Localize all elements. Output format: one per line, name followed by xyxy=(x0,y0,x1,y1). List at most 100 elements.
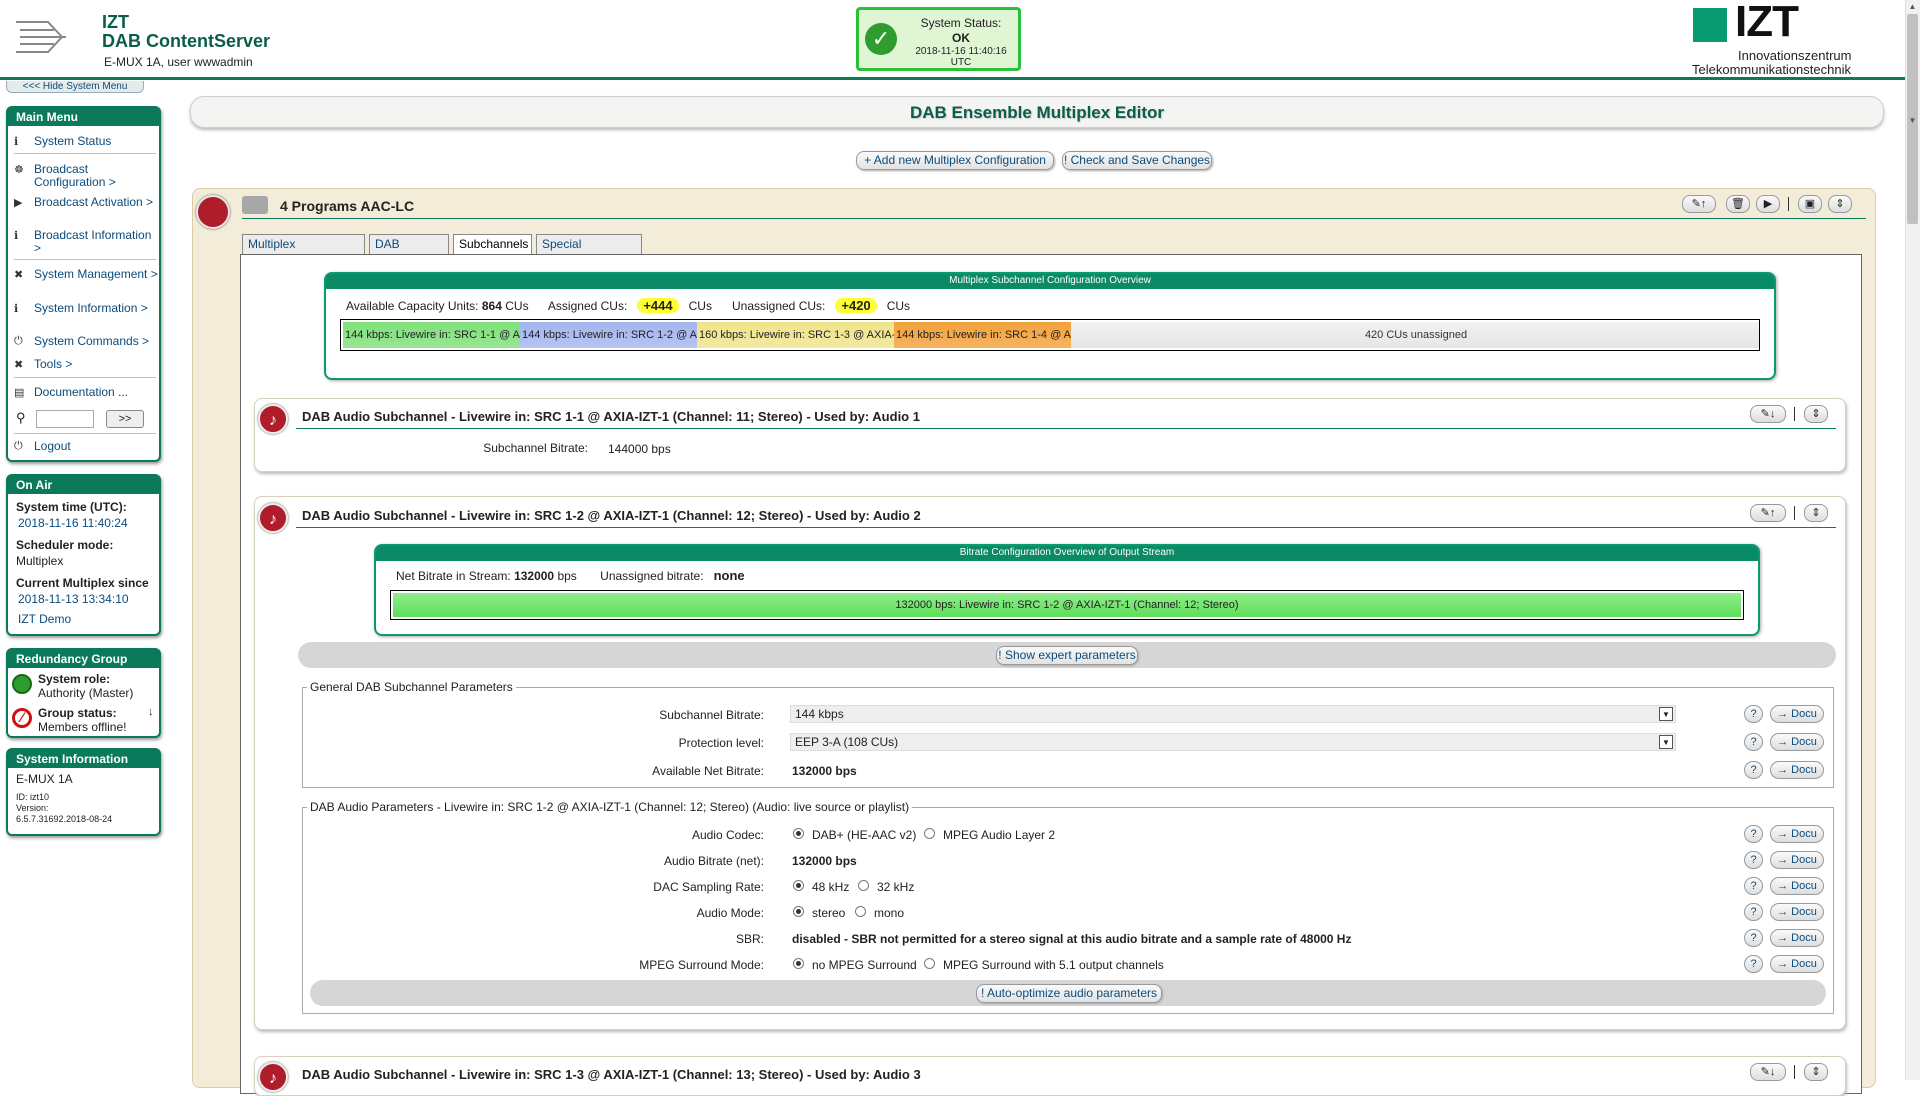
menu-item-broadcast-configuration[interactable]: ☸ Broadcast Configuration > xyxy=(14,163,156,191)
delete-icon[interactable]: 🗑 xyxy=(1726,195,1750,213)
cu-segment[interactable]: 144 kbps: Livewire in: SRC 1-2 @ AXIA-IZ… xyxy=(520,322,697,348)
menu-item-tools[interactable]: ✖ Tools > xyxy=(14,358,156,372)
collapse-expand-icon[interactable]: ⇕ xyxy=(1828,195,1852,213)
system-status-box[interactable]: ✓ System Status: OK 2018-11-16 11:40:16 … xyxy=(856,7,1021,71)
docu-button[interactable]: → Docu xyxy=(1770,903,1824,921)
hide-system-menu-link[interactable]: <<< Hide System Menu xyxy=(6,81,144,93)
edit-up-button[interactable]: ✎↑ xyxy=(1750,504,1786,522)
cu-segment[interactable]: 160 kbps: Livewire in: SRC 1-3 @ AXIA-IZ… xyxy=(697,322,894,348)
surround-none-radio[interactable] xyxy=(793,958,804,969)
divider xyxy=(14,377,156,378)
tab-multiplex-parameters[interactable]: Multiplex Parameters xyxy=(242,234,365,270)
help-button[interactable]: ? xyxy=(1744,733,1763,751)
bitrate-summary: Net Bitrate in Stream: 132000 bps Unassi… xyxy=(396,568,745,583)
menu-item-documentation[interactable]: ▤ Documentation ... xyxy=(14,386,156,400)
help-button[interactable]: ? xyxy=(1744,851,1763,869)
cu-segment[interactable]: 144 kbps: Livewire in: SRC 1-1 @ AXIA-IZ… xyxy=(343,322,520,348)
docu-button[interactable]: → Docu xyxy=(1770,761,1824,779)
stream-segment[interactable]: 132000 bps: Livewire in: SRC 1-2 @ AXIA-… xyxy=(393,593,1741,617)
sbr-label: SBR: xyxy=(735,932,764,946)
collapse-expand-icon[interactable]: ⇕ xyxy=(1804,405,1828,423)
menu-item-system-management[interactable]: ✖ System Management > xyxy=(14,268,158,296)
menu-item-system-information[interactable]: ℹ System Information > xyxy=(14,302,156,330)
check-and-save-button[interactable]: ! Check and Save Changes xyxy=(1062,151,1212,170)
chevron-down-icon: ▼ xyxy=(1659,735,1673,749)
scroll-up-arrow-icon[interactable]: ▲ xyxy=(1907,2,1918,12)
help-button[interactable]: ? xyxy=(1744,903,1763,921)
menu-item-system-commands[interactable]: ⏻ System Commands > xyxy=(14,335,156,349)
book-icon: ▤ xyxy=(14,387,25,399)
config-color-swatch xyxy=(242,196,268,214)
save-icon[interactable]: ▣ xyxy=(1798,195,1822,213)
search-go-button[interactable]: >> xyxy=(106,410,144,428)
audio-note-icon: ♪ xyxy=(258,404,288,434)
auto-optimize-button[interactable]: ! Auto-optimize audio parameters xyxy=(976,984,1162,1003)
add-multiplex-configuration-button[interactable]: + Add new Multiplex Configuration xyxy=(856,151,1054,170)
sampling-32k-radio[interactable] xyxy=(858,880,869,891)
help-button[interactable]: ? xyxy=(1744,877,1763,895)
mode-stereo-radio[interactable] xyxy=(793,906,804,917)
current-mux-name-link[interactable]: IZT Demo xyxy=(18,612,71,626)
docu-button[interactable]: → Docu xyxy=(1770,955,1824,973)
system-information-panel: System Information E-MUX 1A ID: izt10 Ve… xyxy=(6,748,161,836)
cu-segment[interactable]: 144 kbps: Livewire in: SRC 1-4 @ AXIA-IZ… xyxy=(894,322,1071,348)
current-mux-label: Current Multiplex since xyxy=(16,576,149,590)
surround-51-radio[interactable] xyxy=(924,958,935,969)
menu-label: System Information > xyxy=(34,301,148,315)
available-label: Available Capacity Units: xyxy=(346,299,479,313)
edit-up-button[interactable]: ✎↑ xyxy=(1682,195,1716,213)
codec-mp2-label: MPEG Audio Layer 2 xyxy=(943,828,1056,842)
help-button[interactable]: ? xyxy=(1744,825,1763,843)
docu-button[interactable]: → Docu xyxy=(1770,877,1824,895)
redundancy-title: Redundancy Group xyxy=(8,650,159,668)
codec-mp2-radio[interactable] xyxy=(924,828,935,839)
header: IZT DAB ContentServer E-MUX 1A, user www… xyxy=(0,0,1905,80)
help-button[interactable]: ? xyxy=(1744,761,1763,779)
status-value: OK xyxy=(952,31,970,45)
version-value: 6.5.7.31692.2018-08-24 xyxy=(16,814,113,824)
collapse-expand-icon[interactable]: ⇕ xyxy=(1804,504,1828,522)
menu-item-system-status[interactable]: ℹ System Status xyxy=(14,135,156,149)
docu-button[interactable]: → Docu xyxy=(1770,851,1824,869)
group-status-label: Group status: xyxy=(38,706,117,720)
audio-config-icon xyxy=(196,195,230,229)
scroll-down-arrow-icon[interactable]: ▼ xyxy=(1907,116,1918,126)
main-menu: Main Menu ℹ System Status ☸ Broadcast Co… xyxy=(6,106,161,462)
tab-subchannels[interactable]: Subchannels xyxy=(453,234,532,255)
mode-mono-radio[interactable] xyxy=(855,906,866,917)
tab-dab-services[interactable]: DAB Services xyxy=(369,234,449,270)
help-button[interactable]: ? xyxy=(1744,929,1763,947)
protection-level-select[interactable]: EEP 3-A (108 CUs) ▼ xyxy=(790,733,1676,751)
broadcast-icon: ☸ xyxy=(14,164,24,176)
status-title: System Status: xyxy=(920,16,1002,30)
tools-icon: ✖ xyxy=(14,359,24,371)
menu-item-broadcast-activation[interactable]: ▶ Broadcast Activation > xyxy=(14,196,156,224)
docu-button[interactable]: → Docu xyxy=(1770,825,1824,843)
docu-button[interactable]: → Docu xyxy=(1770,705,1824,723)
divider xyxy=(296,428,1836,429)
tab-special-signalling[interactable]: Special Signalling xyxy=(536,234,642,270)
audio-bitrate-value: 132000 bps xyxy=(792,854,857,868)
available-net-bitrate-value: 132000 bps xyxy=(792,764,857,778)
subchannel-bitrate-select[interactable]: 144 kbps ▼ xyxy=(790,705,1676,723)
docu-button[interactable]: → Docu xyxy=(1770,733,1824,751)
docu-button[interactable]: → Docu xyxy=(1770,929,1824,947)
divider xyxy=(1788,197,1789,211)
edit-down-button[interactable]: ✎↓ xyxy=(1750,1063,1786,1081)
collapse-expand-icon[interactable]: ⇕ xyxy=(1804,1063,1828,1081)
arrows-logo-icon xyxy=(16,21,66,53)
search-input[interactable] xyxy=(36,410,94,428)
show-expert-parameters-button[interactable]: ! Show expert parameters xyxy=(996,646,1138,665)
brand-short: IZT xyxy=(102,12,129,32)
help-button[interactable]: ? xyxy=(1744,705,1763,723)
edit-down-button[interactable]: ✎↓ xyxy=(1750,405,1786,423)
divider xyxy=(14,259,156,260)
help-button[interactable]: ? xyxy=(1744,955,1763,973)
codec-dabplus-radio[interactable] xyxy=(793,828,804,839)
menu-item-broadcast-information[interactable]: ℹ Broadcast Information > xyxy=(14,229,156,257)
mpeg-surround-label: MPEG Surround Mode: xyxy=(639,958,764,972)
expand-arrow-icon[interactable]: ↓ xyxy=(148,706,154,718)
activate-play-icon[interactable]: ▶ xyxy=(1756,195,1780,213)
sampling-48k-radio[interactable] xyxy=(793,880,804,891)
menu-item-logout[interactable]: ⏻ Logout xyxy=(14,440,156,454)
